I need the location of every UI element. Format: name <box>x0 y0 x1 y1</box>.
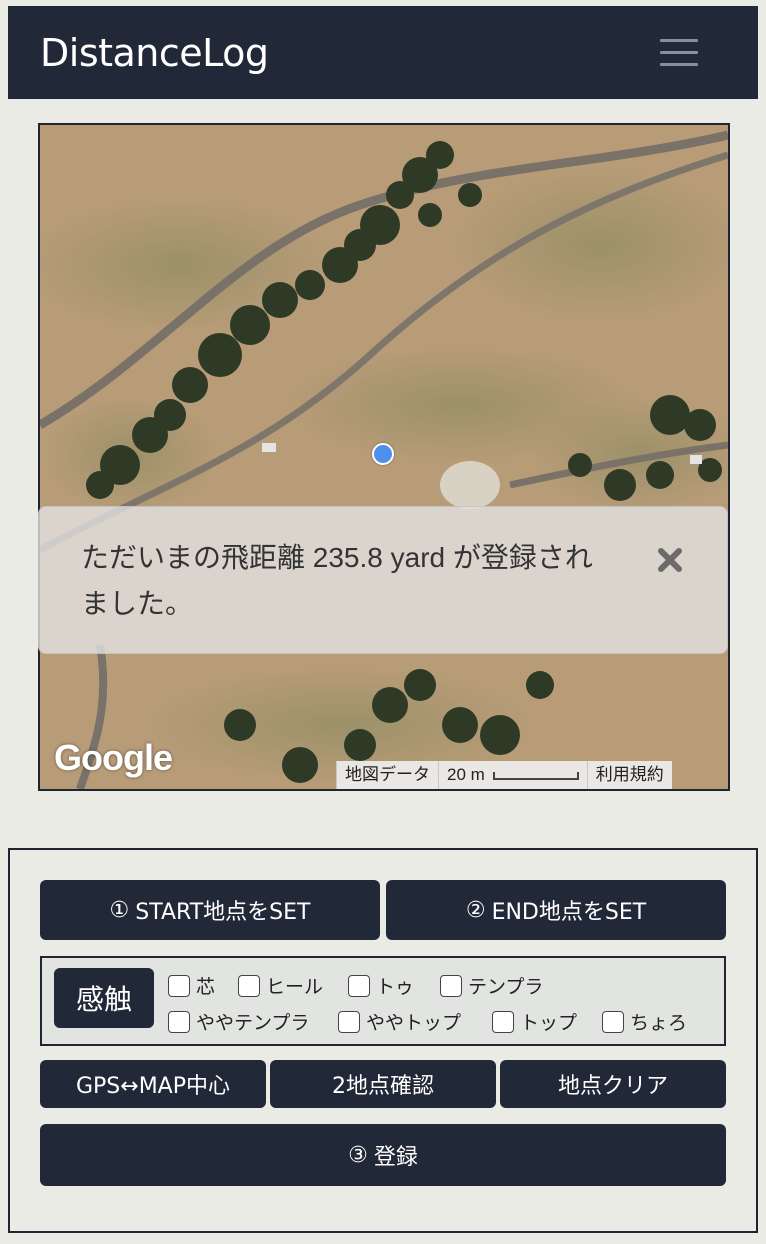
register-label: 登録 <box>373 1145 418 1170</box>
checkbox-label: トップ <box>520 1012 578 1034</box>
checkbox-box[interactable] <box>168 1010 190 1033</box>
circled-three-icon: ③ <box>348 1142 368 1168</box>
close-icon[interactable] <box>653 543 687 577</box>
checkbox-label: ややテンプラ <box>196 1012 310 1034</box>
registration-toast: ただいまの飛距離 235.8 yard が登録されました。 <box>38 506 728 654</box>
checkbox-box[interactable] <box>440 974 462 997</box>
checkbox-box[interactable] <box>168 974 190 997</box>
circled-one-icon: ① <box>109 897 130 923</box>
control-panel: ① START地点をSET ② END地点をSET 感触 芯 ヒール トゥ テン… <box>8 848 758 1233</box>
confirm-two-points-button[interactable]: 2地点確認 <box>270 1060 496 1108</box>
register-button[interactable]: ③ 登録 <box>40 1124 726 1186</box>
google-logo: Google <box>54 737 173 778</box>
map-data-link[interactable]: 地図データ <box>336 761 438 789</box>
map-container: Google 地図データ 20 m 利用規約 ただいまの飛距離 235.8 ya… <box>8 99 758 844</box>
satellite-map[interactable]: Google 地図データ 20 m 利用規約 <box>38 123 730 791</box>
current-location-dot <box>372 443 394 465</box>
checkbox-slight-tempura[interactable]: ややテンプラ <box>168 1008 309 1035</box>
checkbox-heel[interactable]: ヒール <box>238 972 323 999</box>
touch-label: 感触 <box>54 968 154 1028</box>
circled-two-icon: ② <box>465 897 486 923</box>
checkbox-box[interactable] <box>338 1010 360 1033</box>
end-point-label: END地点をSET <box>491 900 647 925</box>
hamburger-menu-icon[interactable] <box>660 37 698 69</box>
checkbox-label: テンプラ <box>468 976 544 998</box>
map-attribution-bar: 地図データ 20 m 利用規約 <box>336 761 672 789</box>
checkbox-tempura[interactable]: テンプラ <box>440 972 543 999</box>
checkbox-box[interactable] <box>602 1010 624 1033</box>
checkbox-box[interactable] <box>238 974 260 997</box>
checkbox-label: ヒール <box>266 976 324 998</box>
start-point-button[interactable]: ① START地点をSET <box>40 880 380 940</box>
clear-points-button[interactable]: 地点クリア <box>500 1060 726 1108</box>
end-point-button[interactable]: ② END地点をSET <box>386 880 726 940</box>
toast-message: ただいまの飛距離 235.8 yard が登録されました。 <box>81 542 593 619</box>
checkbox-label: ややトップ <box>366 1012 462 1034</box>
map-scale-label: 20 m <box>447 765 485 784</box>
brand-title[interactable]: DistanceLog <box>40 28 269 78</box>
checkbox-toe[interactable]: トゥ <box>348 972 414 999</box>
scale-bar-icon <box>492 771 579 780</box>
map-scale[interactable]: 20 m <box>438 761 587 789</box>
checkbox-label: ちょろ <box>630 1012 688 1034</box>
checkbox-slight-top[interactable]: ややトップ <box>338 1008 461 1035</box>
checkbox-label: 芯 <box>196 976 216 998</box>
checkbox-label: トゥ <box>376 976 415 998</box>
checkbox-top[interactable]: トップ <box>492 1008 577 1035</box>
checkbox-box[interactable] <box>348 974 370 997</box>
terms-link[interactable]: 利用規約 <box>586 761 672 789</box>
checkbox-box[interactable] <box>492 1010 514 1033</box>
checkbox-chunk[interactable]: ちょろ <box>602 1008 687 1035</box>
gps-map-center-button[interactable]: GPS↔MAP中心 <box>40 1060 266 1108</box>
checkbox-sweet-spot[interactable]: 芯 <box>168 972 215 999</box>
start-point-label: START地点をSET <box>135 900 311 925</box>
touch-feedback-group: 感触 芯 ヒール トゥ テンプラ ややテンプラ ややトップ トップ ちょろ <box>40 956 726 1046</box>
navbar: DistanceLog <box>8 6 758 99</box>
